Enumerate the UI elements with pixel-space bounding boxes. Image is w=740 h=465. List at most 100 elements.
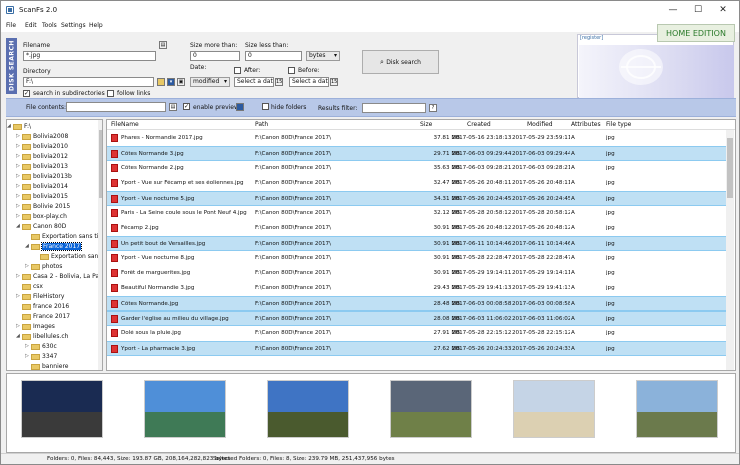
tree-item[interactable]: ▷ Images xyxy=(16,322,55,331)
menu-edit[interactable]: Edit xyxy=(25,22,37,29)
tree-item[interactable]: ◢ libellules.ch xyxy=(16,332,68,341)
tree-expand-icon[interactable]: ◢ xyxy=(25,242,29,251)
tree-expand-icon[interactable]: ▷ xyxy=(16,132,20,141)
table-row[interactable]: Côtes Normande 3.jpg F:\Canon 80D\France … xyxy=(107,146,727,161)
thumb-castle-hill[interactable] xyxy=(267,380,349,438)
tree-expand-icon[interactable]: ◢ xyxy=(7,122,11,131)
close-button[interactable]: ✕ xyxy=(711,3,735,17)
tree-expand-icon[interactable]: ◢ xyxy=(16,332,20,341)
column-path[interactable]: Path xyxy=(255,121,268,128)
tree-item[interactable]: ▷ bolivia2013 xyxy=(16,162,68,171)
tree-item[interactable]: ▷ Casa 2 - Bolivia, La Paz xyxy=(16,272,102,281)
date-mode-select[interactable]: modified xyxy=(190,77,230,87)
table-row[interactable]: Dolé sous la pluie.jpg F:\Canon 80D\Franc… xyxy=(107,326,727,341)
column-filename[interactable]: FileName xyxy=(111,121,139,128)
before-calendar-icon[interactable]: 15 xyxy=(330,78,338,86)
results-filter-input[interactable] xyxy=(362,103,426,113)
tree-item[interactable]: ▷ Bolivia2008 xyxy=(16,132,68,141)
before-date-input[interactable]: Select a date xyxy=(289,77,329,87)
tree-expand-icon[interactable]: ◢ xyxy=(16,222,20,231)
disk-search-button[interactable]: ⌕ Disk search xyxy=(362,50,439,74)
after-calendar-icon[interactable]: 15 xyxy=(275,78,283,86)
preview-settings-icon[interactable] xyxy=(236,103,244,111)
minimize-button[interactable]: — xyxy=(661,3,685,17)
tree-expand-icon[interactable]: ▷ xyxy=(25,352,29,361)
tree-item[interactable]: ▷ Bolivie 2015 xyxy=(16,202,70,211)
filter-help-icon[interactable]: ? xyxy=(429,104,437,112)
before-checkbox[interactable] xyxy=(288,67,295,74)
tree-item[interactable]: ▷ photos xyxy=(25,262,62,271)
tree-item[interactable]: ▷ bolivia2015 xyxy=(16,192,68,201)
thumb-river-town[interactable] xyxy=(144,380,226,438)
size-more-input[interactable]: 0 xyxy=(190,51,240,61)
after-date-input[interactable]: Select a date xyxy=(234,77,274,87)
after-checkbox[interactable] xyxy=(234,67,241,74)
menu-settings[interactable]: Settings xyxy=(61,22,86,29)
tree-expand-icon[interactable]: ▷ xyxy=(16,172,20,181)
tree-item[interactable]: ▷ bolivia2010 xyxy=(16,142,68,151)
tree-expand-icon[interactable]: ▷ xyxy=(16,212,20,221)
table-row[interactable]: Fécamp 2.jpg F:\Canon 80D\France 2017\ 30.… xyxy=(107,221,727,236)
thumb-cliffs[interactable] xyxy=(513,380,595,438)
tree-item[interactable]: ◢ Canon 80D xyxy=(16,222,66,231)
thumb-coast[interactable] xyxy=(636,380,718,438)
tree-expand-icon[interactable]: ▷ xyxy=(25,342,29,351)
table-row[interactable]: Côtes Normande 2.jpg F:\Canon 80D\France … xyxy=(107,161,727,176)
menu-help[interactable]: Help xyxy=(89,22,103,29)
tree-expand-icon[interactable]: ▷ xyxy=(16,202,20,211)
menu-file[interactable]: File xyxy=(6,22,16,29)
size-unit-select[interactable]: bytes xyxy=(306,51,340,61)
tree-item[interactable]: Exportation sans titr xyxy=(31,232,102,241)
tree-item[interactable]: ▷ box-play.ch xyxy=(16,212,67,221)
thumb-street[interactable] xyxy=(21,380,103,438)
tree-expand-icon[interactable]: ▷ xyxy=(16,182,20,191)
table-row[interactable]: Forêt de marguerites.jpg F:\Canon 80D\Fra… xyxy=(107,266,727,281)
tree-expand-icon[interactable]: ▷ xyxy=(25,262,29,271)
maximize-button[interactable]: ☐ xyxy=(686,3,710,17)
tree-expand-icon[interactable]: ▷ xyxy=(16,292,20,301)
tree-item[interactable]: ▷ 3347 xyxy=(25,352,57,361)
table-row[interactable]: Garder l'église au milieu du village.jpg… xyxy=(107,311,727,326)
table-row[interactable]: Yport - Vue sur Fécamp et ses éoliennes.… xyxy=(107,176,727,191)
tree-expand-icon[interactable]: ▷ xyxy=(16,272,20,281)
tree-scrollbar-thumb[interactable] xyxy=(99,130,102,198)
table-row[interactable]: Yport - Vue nocturne 8.jpg F:\Canon 80D\F… xyxy=(107,251,727,266)
tree-item[interactable]: france 2016 xyxy=(22,302,69,311)
tree-expand-icon[interactable]: ▷ xyxy=(16,162,20,171)
tree-item[interactable]: ▷ FileHistory xyxy=(16,292,64,301)
column-modified[interactable]: Modified xyxy=(527,121,553,128)
grid-scrollbar-thumb[interactable] xyxy=(727,138,733,198)
follow-links-checkbox[interactable] xyxy=(107,90,114,97)
filename-options-icon[interactable]: ▤ xyxy=(159,41,167,49)
hide-folders-checkbox[interactable] xyxy=(262,103,269,110)
tree-item[interactable]: csx xyxy=(22,282,43,291)
directory-input[interactable]: F:\ xyxy=(23,77,154,87)
menu-tools[interactable]: Tools xyxy=(42,22,57,29)
table-row[interactable]: Beautiful Normandie 3.jpg F:\Canon 80D\Fr… xyxy=(107,281,727,296)
contents-options-icon[interactable]: ▤ xyxy=(169,103,177,111)
column-attributes[interactable]: Attributes xyxy=(571,121,601,128)
tree-item[interactable]: ◢ France 2017 xyxy=(25,242,83,251)
table-row[interactable]: Paris - La Seine coule sous le Pont Neuf… xyxy=(107,206,727,221)
column-size[interactable]: Size xyxy=(420,121,432,128)
table-row[interactable]: Phares - Normandie 2017.jpg F:\Canon 80D\… xyxy=(107,131,727,146)
tree-item[interactable]: ▷ bolivia2013b xyxy=(16,172,72,181)
tree-expand-icon[interactable]: ▷ xyxy=(16,152,20,161)
file-contents-input[interactable] xyxy=(66,102,166,112)
tree-item[interactable]: ▷ 630c xyxy=(25,342,57,351)
drive-icon[interactable]: ▣ xyxy=(177,78,185,86)
filename-input[interactable]: *.jpg xyxy=(23,51,156,61)
folder-browse-icon[interactable] xyxy=(157,78,165,86)
column-file-type[interactable]: File type xyxy=(606,121,631,128)
tree-expand-icon[interactable]: ▷ xyxy=(16,142,20,151)
size-less-input[interactable]: 0 xyxy=(245,51,302,61)
table-row[interactable]: Yport - Vue nocturne 5.jpg F:\Canon 80D\F… xyxy=(107,191,727,206)
table-row[interactable]: Un petit bout de Versailles.jpg F:\Canon … xyxy=(107,236,727,251)
table-row[interactable]: Côtes Normande.jpg F:\Canon 80D\France 20… xyxy=(107,296,727,311)
thumb-church[interactable] xyxy=(390,380,472,438)
tree-expand-icon[interactable]: ▷ xyxy=(16,192,20,201)
table-row[interactable]: Yport - La pharmacie 3.jpg F:\Canon 80D\F… xyxy=(107,341,727,356)
tree-item[interactable]: ▷ bolivia2012 xyxy=(16,152,68,161)
tree-item[interactable]: France 2017 xyxy=(22,312,70,321)
subdirectories-checkbox[interactable]: ✓ xyxy=(23,90,30,97)
